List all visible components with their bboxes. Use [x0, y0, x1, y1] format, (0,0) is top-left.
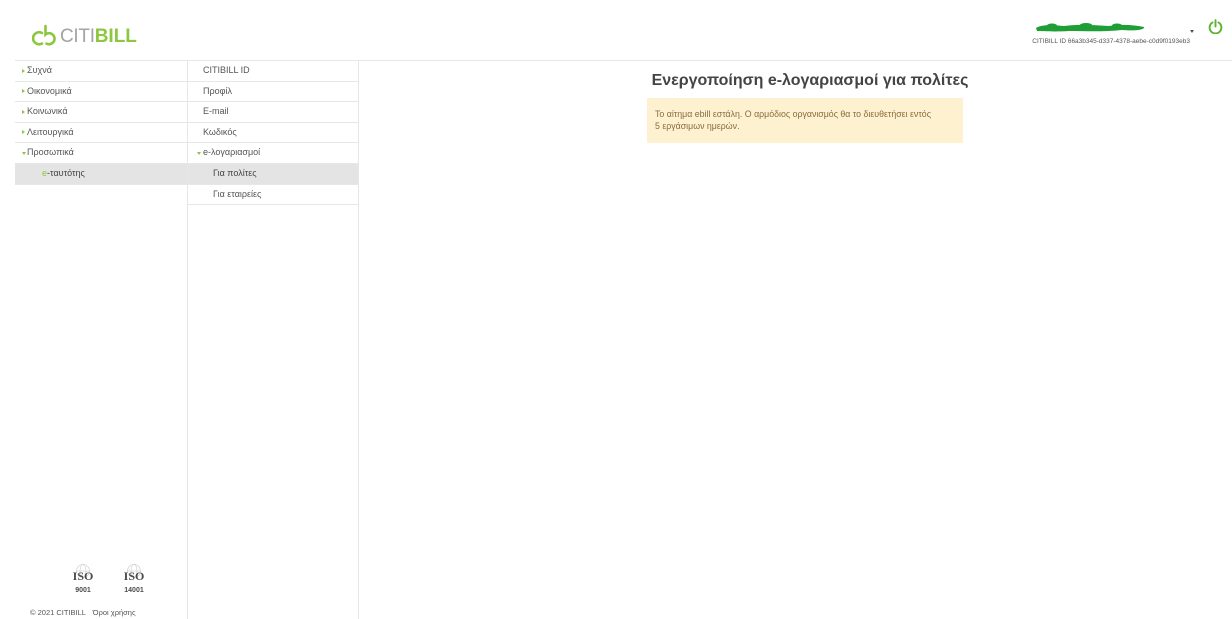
iso-label: ISO — [124, 569, 145, 583]
terms-of-use-link[interactable]: Όροι χρήσης — [93, 608, 136, 617]
citibill-id-label: CITIBILL ID — [1032, 38, 1067, 45]
chevron-right-icon — [22, 68, 25, 73]
page-title: Ενεργοποίηση e-λογαριασμοί για πολίτες — [651, 72, 969, 89]
chevron-right-icon — [22, 89, 25, 94]
subnav-item-label: CITIBILL ID — [203, 65, 250, 75]
citibill-logo[interactable]: CITI BILL — [32, 22, 137, 46]
subnav-item-citibill-id[interactable]: CITIBILL ID — [188, 61, 358, 82]
nav-item-e-identity[interactable]: e-ταυτότης — [15, 163, 187, 185]
chevron-down-icon — [197, 151, 201, 155]
iso-14001-logo: ISO 14001 — [123, 564, 145, 594]
subnav-item-label: Προφίλ — [203, 85, 232, 96]
top-bar: CITI BILL CITIBILL ID 66a3b345-d337-4378… — [0, 0, 1232, 60]
app-root: CITI BILL CITIBILL ID 66a3b345-d337-4378… — [0, 0, 1232, 619]
subnav-item-for-companies[interactable]: Για εταιρείες — [188, 185, 358, 206]
nav-item-operational[interactable]: Λειτουργικά — [15, 123, 187, 144]
subnav-item-label: Για εταιρείες — [213, 188, 262, 199]
subnav-item-profile[interactable]: Προφίλ — [188, 82, 358, 103]
subnav-item-email[interactable]: E-mail — [188, 102, 358, 123]
nav-item-personal[interactable]: Προσωπικά — [15, 143, 187, 164]
iso-9001-logo: ISO 9001 — [72, 564, 94, 594]
redacted-user-email — [1036, 23, 1145, 32]
subnav-item-label: e-λογαριασμοί — [203, 147, 261, 158]
nav-item-label: e-ταυτότης — [42, 167, 85, 178]
nav-item-label: Οικονομικά — [27, 85, 72, 96]
primary-nav: Συχνά Οικονομικά Κοινωνικά Λειτουργικά Π… — [15, 61, 188, 619]
nav-item-label: Λειτουργικά — [27, 126, 74, 137]
citibill-id: CITIBILL ID 66a3b345-d337-4378-aebe-c0d9… — [1000, 38, 1190, 46]
nav-item-financial[interactable]: Οικονομικά — [15, 82, 187, 103]
chevron-down-icon — [22, 151, 26, 155]
logo-text-bold: BILL — [94, 26, 137, 47]
nav-item-frequent[interactable]: Συχνά — [15, 61, 187, 82]
alert-text-line: 5 εργάσιμων ημερών. — [655, 121, 740, 131]
logo-text-light: CITI — [60, 26, 95, 47]
chevron-right-icon — [22, 130, 25, 135]
subnav-item-password[interactable]: Κωδικός — [188, 123, 358, 144]
chevron-right-icon — [22, 109, 25, 114]
citibill-logo-icon — [32, 24, 56, 46]
nav-item-label: Κοινωνικά — [27, 106, 68, 117]
chevron-down-icon[interactable] — [1189, 27, 1197, 35]
iso-label: ISO — [73, 569, 94, 583]
alert-text-line: Το αίτημα ebill εστάλη. Ο αρμόδιος οργαν… — [655, 109, 931, 119]
subnav-item-label: Κωδικός — [203, 126, 237, 137]
iso-number: 9001 — [75, 587, 91, 594]
citibill-id-value: 66a3b345-d337-4378-aebe-c0d9f0193eb3 — [1067, 38, 1190, 45]
subnav-item-e-accounts[interactable]: e-λογαριασμοί — [188, 143, 358, 164]
power-icon[interactable] — [1208, 19, 1223, 34]
subnav-item-label: E-mail — [203, 106, 229, 117]
footer: © 2021 CITIBILL Όροι χρήσης — [30, 608, 136, 618]
subnav-item-for-citizens[interactable]: Για πολίτες — [188, 163, 358, 185]
copyright-text: © 2021 CITIBILL — [30, 608, 86, 617]
nav-item-label: Προσωπικά — [27, 147, 74, 158]
iso-number: 14001 — [124, 587, 144, 594]
subnav-item-label: Για πολίτες — [213, 167, 257, 178]
secondary-nav: CITIBILL ID Προφίλ E-mail Κωδικός e-λογα… — [188, 61, 359, 619]
request-sent-alert: Το αίτημα ebill εστάλη. Ο αρμόδιος οργαν… — [647, 98, 963, 143]
nav-item-label: Συχνά — [27, 65, 52, 75]
nav-item-social[interactable]: Κοινωνικά — [15, 102, 187, 123]
